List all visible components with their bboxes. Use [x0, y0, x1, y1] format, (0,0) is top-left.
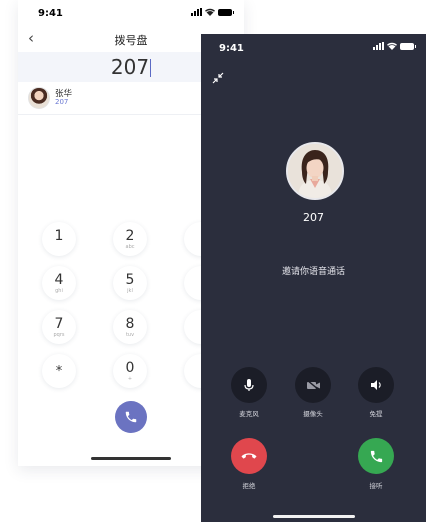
key-digit: 8: [125, 316, 135, 332]
key-0[interactable]: 0 +: [113, 354, 147, 388]
key-digit: 1: [54, 228, 64, 244]
speaker-icon: [370, 380, 381, 390]
wifi-icon: [205, 8, 215, 16]
accept-button[interactable]: [358, 438, 394, 474]
caller-avatar: [286, 142, 344, 200]
contact-avatar: [28, 87, 50, 109]
camera-control[interactable]: 摄像头: [293, 367, 333, 418]
signal-icon: [373, 42, 384, 50]
key-letters: ghi: [55, 288, 63, 294]
status-icons: [373, 42, 416, 50]
caller-number: 207: [303, 211, 324, 224]
reject-button[interactable]: [231, 438, 267, 474]
minimize-icon[interactable]: [211, 71, 225, 85]
key-letters: abc: [125, 244, 135, 250]
key-1[interactable]: 1: [42, 222, 76, 256]
key-digit: 2: [125, 228, 135, 244]
key-8[interactable]: 8 tuv: [113, 310, 147, 344]
key-7[interactable]: 7 pqrs: [42, 310, 76, 344]
key-letters: tuv: [125, 332, 135, 338]
key-digit: *: [55, 364, 63, 379]
camera-button[interactable]: [295, 367, 331, 403]
mic-control[interactable]: 麦克风: [229, 367, 269, 418]
status-time: 9:41: [38, 8, 63, 19]
microphone-icon: [244, 379, 254, 391]
battery-icon: [218, 8, 234, 16]
status-bar: 9:41: [18, 0, 244, 28]
mic-button[interactable]: [231, 367, 267, 403]
accept-label: 接听: [369, 482, 383, 490]
accept-control[interactable]: 接听: [354, 438, 398, 490]
key-letters: +: [127, 376, 133, 382]
status-icons: [191, 8, 234, 16]
phone-icon: [370, 450, 382, 462]
status-bar: 9:41: [201, 34, 426, 62]
signal-icon: [191, 8, 202, 16]
speaker-control[interactable]: 免提: [356, 367, 396, 418]
key-5[interactable]: 5 jkl: [113, 266, 147, 300]
speaker-label: 免提: [369, 410, 383, 418]
camera-label: 摄像头: [303, 410, 323, 418]
key-letters: jkl: [127, 288, 133, 294]
invite-text: 邀请你语音通话: [281, 267, 345, 277]
home-indicator: [91, 457, 171, 460]
contact-number: 207: [55, 98, 69, 106]
reject-control[interactable]: 拒绝: [227, 438, 271, 490]
key-4[interactable]: 4 ghi: [42, 266, 76, 300]
dial-number-value: 207: [110, 55, 150, 79]
home-indicator: [273, 515, 355, 518]
reject-label: 拒绝: [242, 482, 256, 490]
incoming-call-screen: 9:41 207 邀请你语音通话 麦克风 摄像头 免提 拒绝 接听: [201, 34, 426, 522]
battery-icon: [400, 42, 416, 50]
key-digit: 7: [54, 316, 64, 332]
status-time: 9:41: [219, 43, 244, 54]
mic-label: 麦克风: [239, 410, 259, 418]
text-cursor: [150, 59, 152, 77]
wifi-icon: [387, 42, 397, 50]
dial-call-button[interactable]: [115, 401, 147, 433]
person-icon: [288, 144, 342, 198]
phone-icon: [125, 411, 137, 423]
key-2[interactable]: 2 abc: [113, 222, 147, 256]
camera-off-icon: [306, 379, 320, 391]
key-digit: 4: [54, 272, 64, 288]
key-digit: 0: [125, 360, 135, 376]
key-star[interactable]: *: [42, 354, 76, 388]
hang-up-icon: [241, 453, 257, 459]
key-digit: 5: [125, 272, 135, 288]
key-letters: pqrs: [53, 332, 65, 338]
speaker-button[interactable]: [358, 367, 394, 403]
